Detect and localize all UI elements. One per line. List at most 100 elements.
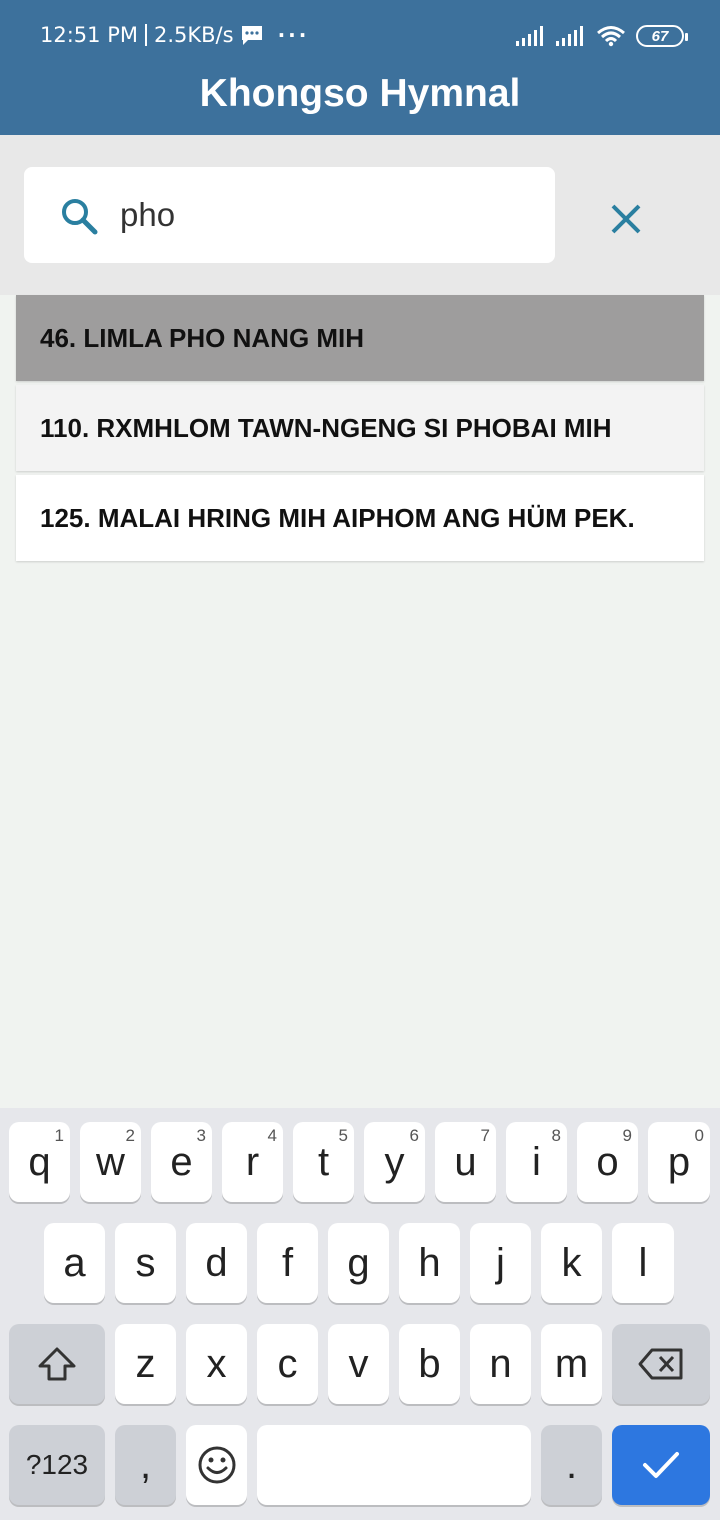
key-hint: 1	[54, 1126, 64, 1145]
key-label: ?123	[25, 1449, 89, 1480]
key-label: n	[489, 1341, 512, 1386]
signal-icon-1	[516, 26, 543, 46]
key-label: g	[347, 1240, 370, 1285]
symbols-key[interactable]: ?123	[9, 1425, 105, 1505]
key-y[interactable]: y6	[364, 1122, 425, 1202]
key-label: t	[317, 1139, 330, 1184]
close-icon	[611, 204, 641, 234]
key-label: e	[170, 1139, 193, 1184]
key-j[interactable]: j	[470, 1223, 531, 1303]
key-label: h	[418, 1240, 441, 1285]
key-d[interactable]: d	[186, 1223, 247, 1303]
key-label: ,	[139, 1442, 152, 1487]
key-f[interactable]: f	[257, 1223, 318, 1303]
status-time: 12:51 PM	[40, 23, 138, 47]
key-m[interactable]: m	[541, 1324, 602, 1404]
backspace-key[interactable]	[612, 1324, 710, 1404]
search-box[interactable]	[24, 167, 555, 263]
key-a[interactable]: a	[44, 1223, 105, 1303]
emoji-icon	[198, 1446, 235, 1484]
result-item-125[interactable]: 125. MALAI HRING MIH AIPHOM ANG HÜM PEK.	[16, 475, 704, 561]
key-label: f	[281, 1240, 294, 1285]
key-e[interactable]: e3	[151, 1122, 212, 1202]
key-i[interactable]: i8	[506, 1122, 567, 1202]
key-t[interactable]: t5	[293, 1122, 354, 1202]
space-key[interactable]	[257, 1425, 531, 1505]
key-hint: 8	[551, 1126, 561, 1145]
key-hint: 5	[338, 1126, 348, 1145]
key-label: x	[206, 1341, 227, 1386]
key-label: b	[418, 1341, 441, 1386]
status-left: 12:51 PM 2.5KB/s ···	[40, 20, 309, 50]
key-l[interactable]: l	[612, 1223, 674, 1303]
key-label: s	[135, 1240, 156, 1285]
key-z[interactable]: z	[115, 1324, 176, 1404]
key-q[interactable]: q1	[9, 1122, 70, 1202]
result-item-46[interactable]: 46. LIMLA PHO NANG MIH	[16, 295, 704, 381]
key-hint: 4	[267, 1126, 277, 1145]
status-right: 67	[516, 22, 688, 50]
key-v[interactable]: v	[328, 1324, 389, 1404]
app-header: 12:51 PM 2.5KB/s ··· 67 Khongso Hymnal	[0, 0, 720, 135]
key-k[interactable]: k	[541, 1223, 602, 1303]
key-label: c	[277, 1341, 298, 1386]
message-icon	[241, 26, 262, 45]
keyboard: q1 w2 e3 r4 t5 y6 u7 i8 o9 p0 a s d f g …	[0, 1108, 720, 1520]
key-x[interactable]: x	[186, 1324, 247, 1404]
key-label: p	[667, 1139, 691, 1184]
key-r[interactable]: r4	[222, 1122, 283, 1202]
key-p[interactable]: p0	[648, 1122, 710, 1202]
clear-search-button[interactable]	[600, 193, 652, 245]
key-label: r	[245, 1139, 260, 1184]
result-label: 46. LIMLA PHO NANG MIH	[40, 322, 365, 353]
shift-key[interactable]	[9, 1324, 105, 1404]
key-b[interactable]: b	[399, 1324, 460, 1404]
key-u[interactable]: u7	[435, 1122, 496, 1202]
result-label: 110. RXMHLOM TAWN-NGENG SI PHOBAI MIH	[40, 412, 612, 443]
key-label: w	[96, 1139, 125, 1184]
key-label: y	[384, 1139, 405, 1184]
enter-key[interactable]	[612, 1425, 710, 1505]
checkmark-icon	[643, 1452, 679, 1478]
key-label: k	[561, 1240, 582, 1285]
key-label: v	[348, 1341, 369, 1386]
result-item-110[interactable]: 110. RXMHLOM TAWN-NGENG SI PHOBAI MIH	[16, 385, 704, 471]
key-label: i	[532, 1139, 541, 1184]
comma-key[interactable]: ,	[115, 1425, 176, 1505]
key-label: .	[565, 1442, 578, 1487]
key-s[interactable]: s	[115, 1223, 176, 1303]
key-o[interactable]: o9	[577, 1122, 638, 1202]
key-label: z	[135, 1341, 156, 1386]
key-label: u	[454, 1139, 477, 1184]
result-label: 125. MALAI HRING MIH AIPHOM ANG HÜM PEK.	[40, 502, 635, 533]
key-label: o	[596, 1139, 619, 1184]
key-h[interactable]: h	[399, 1223, 460, 1303]
status-divider	[144, 24, 147, 46]
period-key[interactable]: .	[541, 1425, 602, 1505]
key-label: m	[554, 1341, 589, 1386]
wifi-icon	[597, 26, 625, 47]
key-hint: 2	[125, 1126, 135, 1145]
search-input[interactable]	[120, 189, 540, 241]
status-bar: 12:51 PM 2.5KB/s ··· 67	[0, 0, 720, 70]
key-label: d	[205, 1240, 228, 1285]
search-icon	[62, 199, 98, 235]
key-hint: 3	[196, 1126, 206, 1145]
key-hint: 6	[409, 1126, 419, 1145]
key-n[interactable]: n	[470, 1324, 531, 1404]
key-label: a	[63, 1240, 86, 1285]
status-net-speed: 2.5KB/s	[153, 23, 234, 47]
emoji-key[interactable]	[186, 1425, 247, 1505]
signal-icon-2	[556, 26, 583, 46]
key-hint: 9	[622, 1126, 632, 1145]
results-list: 46. LIMLA PHO NANG MIH 110. RXMHLOM TAWN…	[16, 295, 704, 565]
key-label: l	[638, 1240, 648, 1285]
app-title: Khongso Hymnal	[199, 72, 521, 115]
key-w[interactable]: w2	[80, 1122, 141, 1202]
search-area	[0, 135, 720, 295]
key-label: q	[28, 1139, 51, 1184]
key-g[interactable]: g	[328, 1223, 389, 1303]
key-hint: 7	[480, 1126, 490, 1145]
key-hint: 0	[694, 1126, 704, 1145]
key-c[interactable]: c	[257, 1324, 318, 1404]
